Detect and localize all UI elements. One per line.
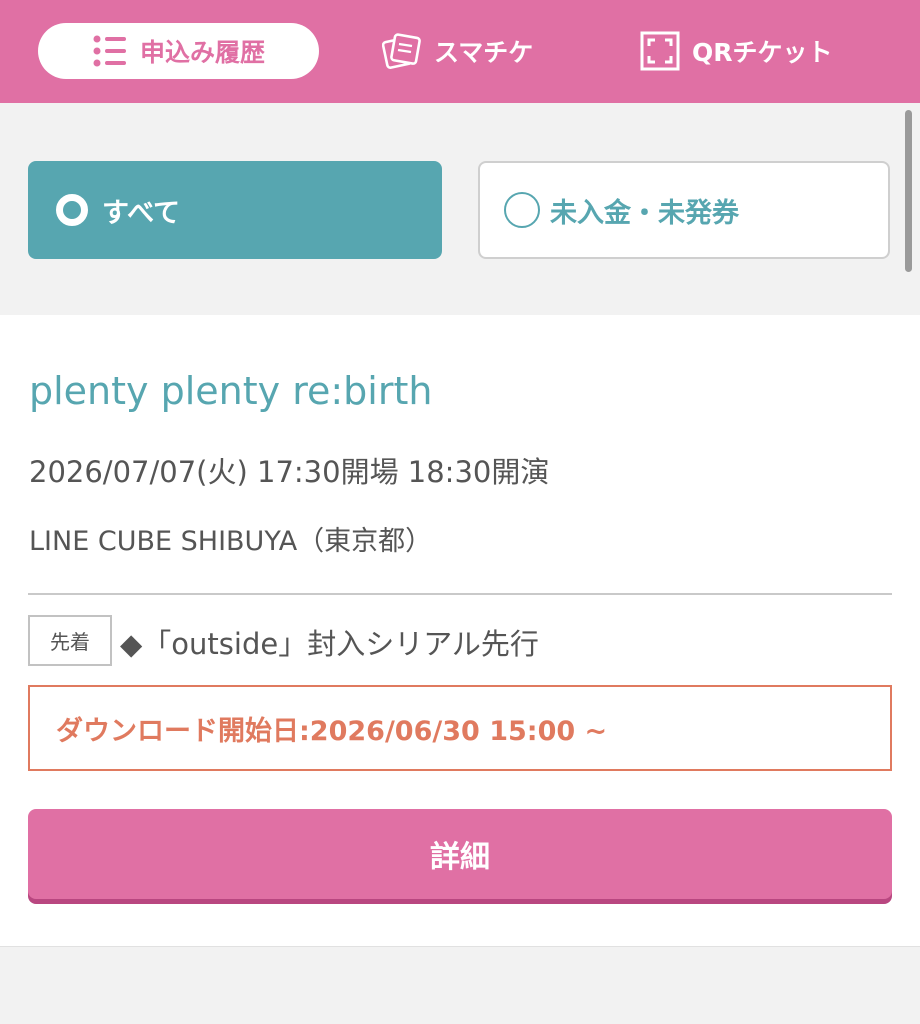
event-title: plenty plenty re:birth [29,369,433,413]
tab-application-history[interactable]: 申込み履歴 [38,23,319,79]
tab-label: スマチケ [434,38,534,67]
filter-all-button[interactable]: すべて [28,161,442,259]
filter-all-label: すべて [102,197,181,229]
event-venue: LINE CUBE SHIBUYA（東京都） [29,526,433,557]
tab-label: QRチケット [692,38,833,67]
detail-button-label: 詳細 [430,840,490,875]
tab-label: 申込み履歴 [139,38,265,67]
filter-unpaid-button[interactable]: 未入金・未発券 [478,161,890,259]
top-navigation: 申込み履歴 スマチケ QRチケット [0,0,920,103]
ticket-icon [382,33,421,69]
filter-unpaid-label: 未入金・未発券 [550,197,739,229]
list-icon [93,35,126,67]
radio-selected-icon [56,194,88,226]
download-start-notice: ダウンロード開始日:2026/06/30 15:00 ~ [28,685,892,771]
application-card: plenty plenty re:birth 2026/07/07(火) 17:… [0,315,920,947]
radio-unselected-icon [504,192,540,228]
detail-button[interactable]: 詳細 [28,809,892,899]
sale-method-badge: 先着 [28,615,112,666]
tab-qr-ticket[interactable]: QRチケット [640,28,833,74]
event-datetime: 2026/07/07(火) 17:30開場 18:30開演 [29,455,550,489]
divider [28,593,892,595]
tab-smachike[interactable]: スマチケ [382,28,533,74]
qr-frame-icon [640,31,680,71]
download-start-text: ダウンロード開始日:2026/06/30 15:00 ~ [56,715,608,747]
scrollbar[interactable] [905,110,912,272]
sale-type: ◆「outside」封入シリアル先行 [120,627,539,661]
filter-area: すべて 未入金・未発券 [0,103,920,315]
